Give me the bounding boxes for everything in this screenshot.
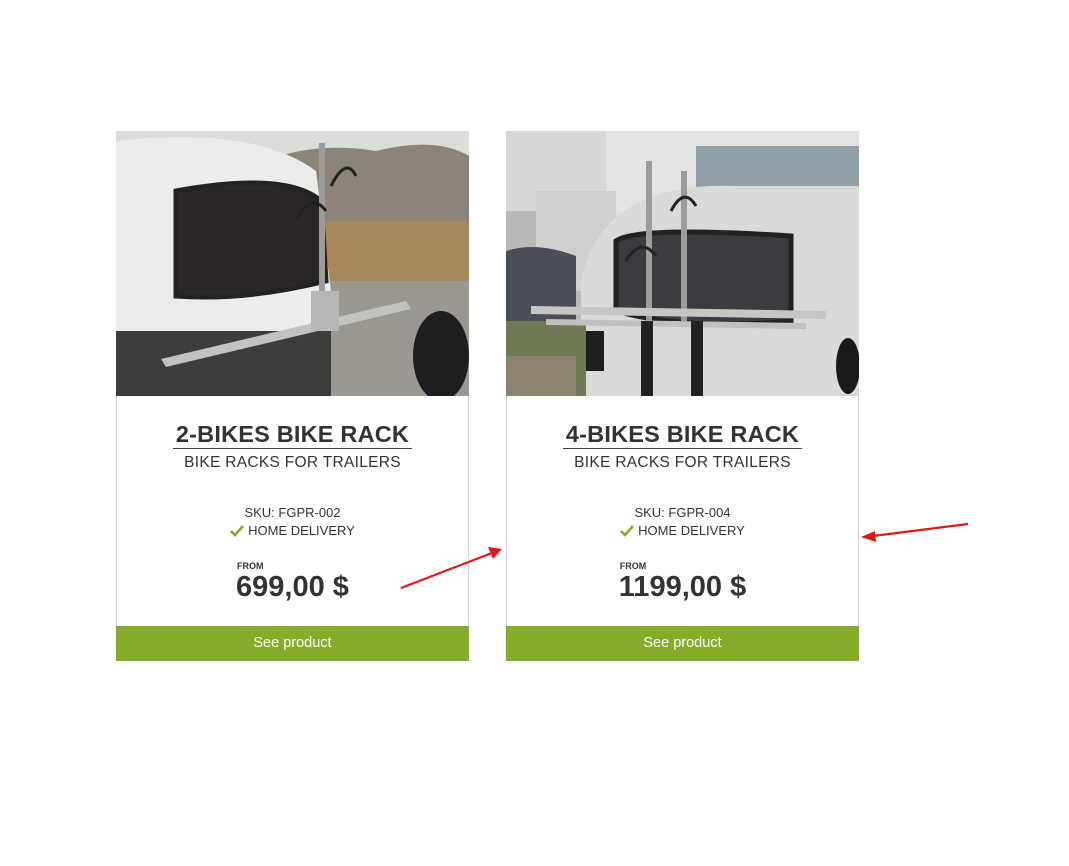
checkmark-icon [620, 525, 635, 541]
product-card[interactable]: 4-BIKES BIKE RACK BIKE RACKS FOR TRAILER… [506, 131, 859, 661]
see-product-button[interactable]: See product [116, 626, 469, 661]
product-card[interactable]: 2-BIKES BIKE RACK BIKE RACKS FOR TRAILER… [116, 131, 469, 661]
product-title[interactable]: 4-BIKES BIKE RACK [507, 421, 858, 449]
delivery-label: HOME DELIVERY [638, 523, 745, 538]
product-category: BIKE RACKS FOR TRAILERS [184, 454, 401, 471]
product-image[interactable] [506, 131, 859, 396]
price-block: FROM 1199,00 $ [507, 561, 858, 604]
product-sku: SKU: FGPR-004 [634, 505, 731, 520]
delivery-label: HOME DELIVERY [248, 523, 355, 538]
price-block: FROM 699,00 $ [117, 561, 468, 604]
product-image[interactable] [116, 131, 469, 396]
price-prefix: FROM [619, 561, 647, 571]
price-prefix: FROM [237, 561, 264, 571]
product-category: BIKE RACKS FOR TRAILERS [574, 454, 791, 471]
product-price: 1199,00 $ [618, 571, 747, 603]
see-product-button[interactable]: See product [506, 626, 859, 661]
checkmark-icon [230, 525, 245, 541]
delivery-badge: HOME DELIVERY [117, 523, 468, 541]
product-title[interactable]: 2-BIKES BIKE RACK [117, 421, 468, 449]
product-price: 699,00 $ [236, 571, 349, 603]
delivery-badge: HOME DELIVERY [507, 523, 858, 541]
product-sku: SKU: FGPR-002 [244, 505, 341, 520]
